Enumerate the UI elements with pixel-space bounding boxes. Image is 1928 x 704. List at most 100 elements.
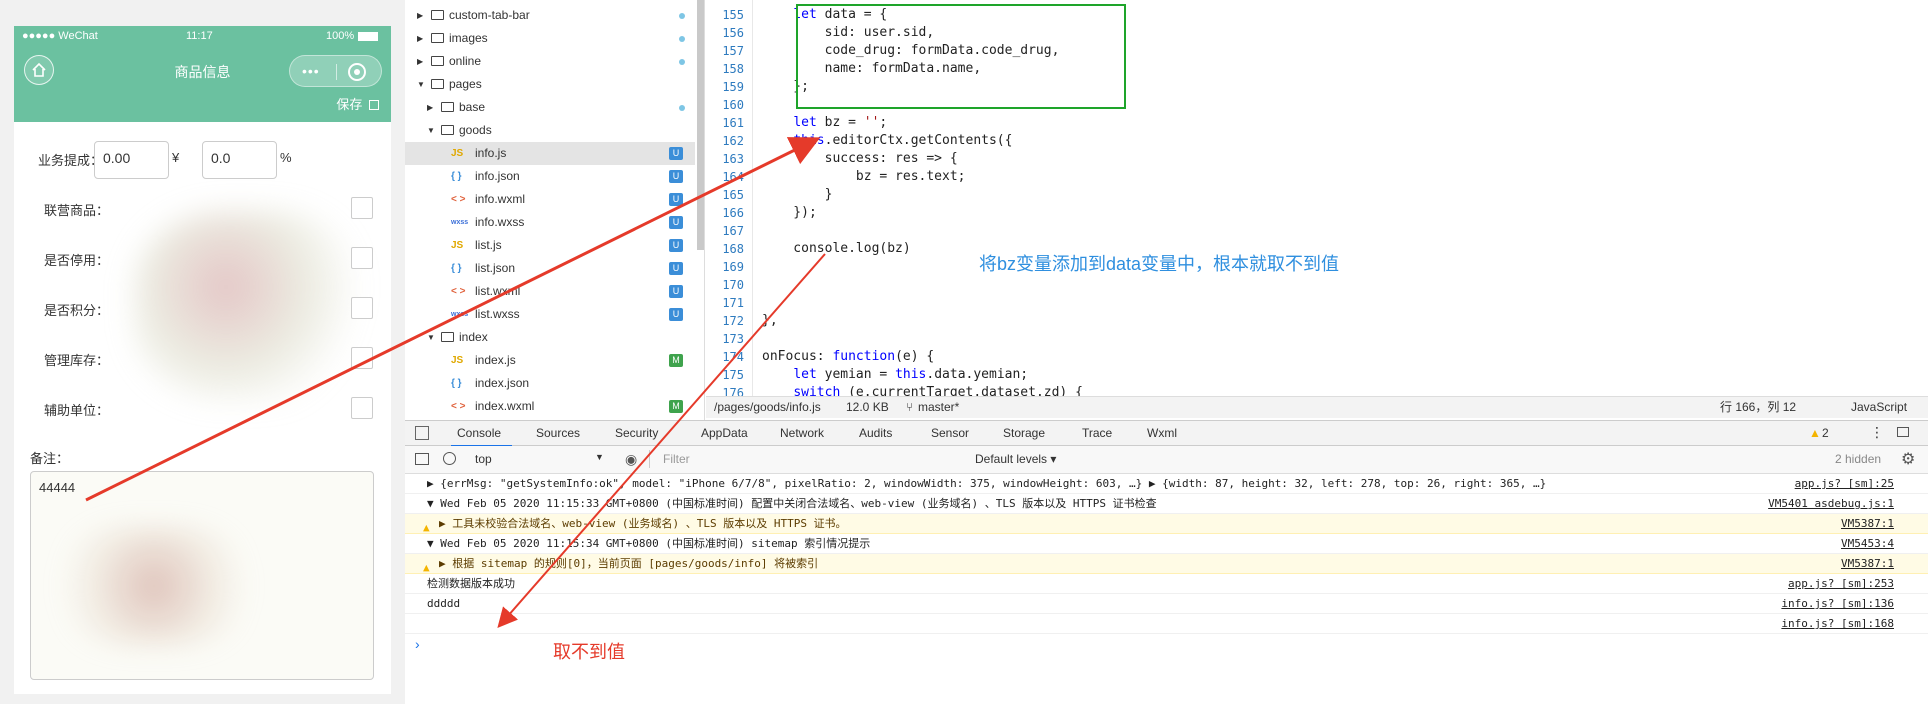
tree-item[interactable]: < > index.wxml M <box>405 395 695 418</box>
code-line[interactable]: bz = res.text; <box>762 169 966 184</box>
console-log-row[interactable]: info.js? [sm]:168 <box>405 614 1928 634</box>
currency-symbol: ¥ <box>172 150 180 165</box>
save-icon[interactable] <box>369 100 379 110</box>
capsule-menu[interactable]: ••• <box>289 55 382 87</box>
code-line[interactable]: success: res => { <box>762 151 958 166</box>
remark-value: 44444 <box>39 480 76 495</box>
tab-console[interactable]: Console <box>457 426 501 440</box>
tab-trace[interactable]: Trace <box>1082 426 1112 440</box>
console-prompt[interactable]: › <box>415 636 420 652</box>
source-link[interactable]: info.js? [sm]:136 <box>1781 594 1894 613</box>
dock-icon[interactable] <box>1897 427 1909 437</box>
code-line[interactable]: onFocus: function(e) { <box>762 349 934 364</box>
console-log-row[interactable]: 检测数据版本成功 app.js? [sm]:253 <box>405 574 1928 594</box>
modified-dot <box>679 13 685 19</box>
chevron-down-icon[interactable]: ▼ <box>417 73 425 96</box>
chevron-down-icon[interactable]: ▼ <box>595 452 604 462</box>
chevron-right-icon[interactable]: ▶ <box>417 4 423 27</box>
console-log-row[interactable]: ▼ Wed Feb 05 2020 11:15:33 GMT+0800 (中国标… <box>405 494 1928 514</box>
console-message: ddddd <box>427 597 461 610</box>
save-button[interactable]: 保存 <box>336 97 362 112</box>
code-line[interactable]: }, <box>762 313 778 328</box>
log-levels-select[interactable]: Default levels ▾ <box>975 452 1056 466</box>
highlight-box <box>796 4 1126 109</box>
console-log-row[interactable]: ▶ {errMsg: "getSystemInfo:ok", model: "i… <box>405 474 1928 494</box>
source-link[interactable]: VM5401 asdebug.js:1 <box>1768 494 1894 513</box>
json-file-icon: { } <box>451 171 462 182</box>
more-icon[interactable]: ••• <box>302 64 320 78</box>
line-number: 159 <box>722 80 744 94</box>
tree-item[interactable]: ▶ online <box>405 50 695 73</box>
code-line[interactable]: this.editorCtx.getContents({ <box>762 133 1012 148</box>
tab-sources[interactable]: Sources <box>536 426 580 440</box>
tree-item[interactable]: { } index.json <box>405 372 695 395</box>
source-link[interactable]: VM5387:1 <box>1841 554 1894 573</box>
tree-item[interactable]: < > list.wxml U <box>405 280 695 303</box>
tree-item[interactable]: { } info.json U <box>405 165 695 188</box>
console-log-row[interactable]: ddddd info.js? [sm]:136 <box>405 594 1928 614</box>
sidebar-toggle-icon[interactable] <box>415 453 429 465</box>
tab-appdata[interactable]: AppData <box>701 426 748 440</box>
tab-sensor[interactable]: Sensor <box>931 426 969 440</box>
commission-amount-input[interactable]: 0.00 <box>94 141 169 179</box>
clear-console-icon[interactable] <box>443 452 456 465</box>
tree-item[interactable]: JS index.js M <box>405 349 695 372</box>
code-line[interactable]: let bz = ''; <box>762 115 887 130</box>
aux-unit-checkbox[interactable] <box>351 397 373 419</box>
source-link[interactable]: app.js? [sm]:25 <box>1795 474 1894 493</box>
chevron-down-icon[interactable]: ▼ <box>427 326 435 349</box>
chevron-right-icon[interactable]: ▶ <box>417 50 423 73</box>
joint-goods-checkbox[interactable] <box>351 197 373 219</box>
context-select[interactable]: top <box>475 452 492 466</box>
tree-item[interactable]: wxss info.wxss U <box>405 211 695 234</box>
code-line[interactable]: console.log(bz) <box>762 241 910 256</box>
chevron-right-icon[interactable]: ▶ <box>417 27 423 50</box>
tree-item[interactable]: JS list.js U <box>405 234 695 257</box>
more-options-icon[interactable]: ⋮ <box>1870 424 1884 441</box>
manage-stock-checkbox[interactable] <box>351 347 373 369</box>
tab-network[interactable]: Network <box>780 426 824 440</box>
tree-item[interactable]: ▶ base <box>405 96 695 119</box>
tab-audits[interactable]: Audits <box>859 426 892 440</box>
tree-item[interactable]: { } list.json U <box>405 257 695 280</box>
inspect-icon[interactable] <box>415 426 429 440</box>
source-link[interactable]: VM5453:4 <box>1841 534 1894 553</box>
eye-icon[interactable]: ◉ <box>625 451 637 468</box>
filter-input[interactable]: Filter <box>663 452 690 466</box>
console-log-row[interactable]: ▼ Wed Feb 05 2020 11:15:34 GMT+0800 (中国标… <box>405 534 1928 554</box>
tab-wxml[interactable]: Wxml <box>1147 426 1177 440</box>
code-line[interactable]: }); <box>762 205 817 220</box>
settings-gear-icon[interactable]: ⚙ <box>1901 449 1915 469</box>
chevron-down-icon[interactable]: ▼ <box>427 119 435 142</box>
tree-item[interactable]: JS info.js U <box>405 142 695 165</box>
language-mode[interactable]: JavaScript <box>1851 397 1907 418</box>
tree-item[interactable]: < > info.wxml U <box>405 188 695 211</box>
tree-item[interactable]: ▶ custom-tab-bar <box>405 4 695 27</box>
commission-percent-input[interactable]: 0.0 <box>202 141 277 179</box>
tree-item[interactable]: ▶ images <box>405 27 695 50</box>
editor-status-bar: /pages/goods/info.js 12.0 KB ⑂ master* 行… <box>706 396 1928 418</box>
capsule-divider <box>336 64 337 80</box>
source-link[interactable]: app.js? [sm]:253 <box>1788 574 1894 593</box>
source-link[interactable]: info.js? [sm]:168 <box>1781 614 1894 633</box>
tab-storage[interactable]: Storage <box>1003 426 1045 440</box>
code-line[interactable]: let yemian = this.data.yemian; <box>762 367 1028 382</box>
console-warning-row[interactable]: ▲ ▶ 工具未校验合法域名、web-view (业务域名) 、TLS 版本以及 H… <box>405 514 1928 534</box>
tree-item[interactable]: ▼ index <box>405 326 695 349</box>
source-link[interactable]: VM5387:1 <box>1841 514 1894 533</box>
blurred-region <box>134 211 364 401</box>
tree-item[interactable]: wxss list.wxss U <box>405 303 695 326</box>
tab-security[interactable]: Security <box>615 426 658 440</box>
console-warning-row[interactable]: ▲ ▶ 根据 sitemap 的规则[0]，当前页面 [pages/goods/i… <box>405 554 1928 574</box>
close-mini-program-icon[interactable] <box>348 63 366 81</box>
tree-item[interactable]: ▼ goods <box>405 119 695 142</box>
git-branch[interactable]: master* <box>918 397 959 418</box>
tree-item[interactable]: ▼ pages <box>405 73 695 96</box>
code-line[interactable]: } <box>762 187 833 202</box>
disabled-checkbox[interactable] <box>351 247 373 269</box>
chevron-right-icon[interactable]: ▶ <box>427 96 433 119</box>
points-checkbox[interactable] <box>351 297 373 319</box>
warning-count[interactable]: 2 <box>1822 426 1829 440</box>
code-line[interactable]: switch (e.currentTarget.dataset.zd) { <box>762 385 1083 396</box>
tree-scrollbar[interactable] <box>697 0 704 250</box>
